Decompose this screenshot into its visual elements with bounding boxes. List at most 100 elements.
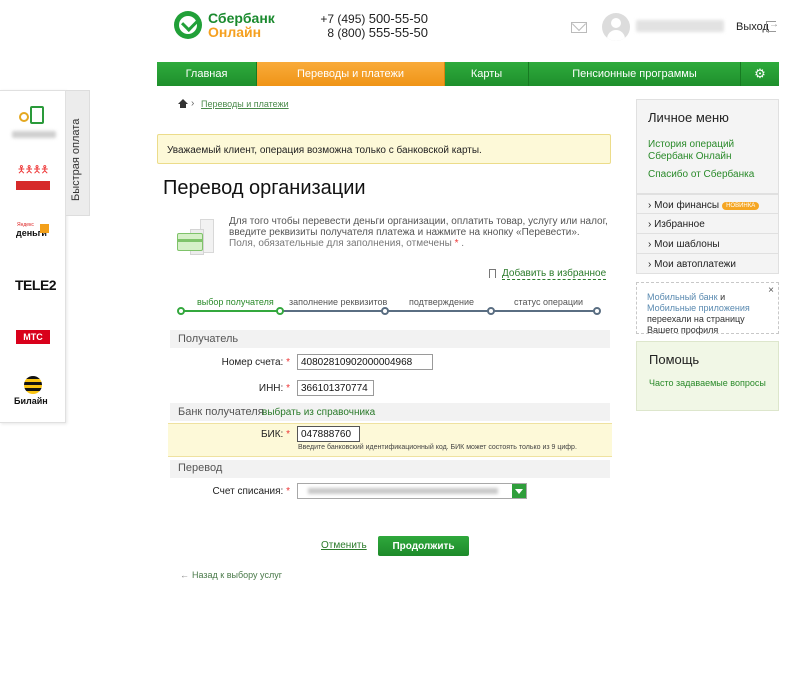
step-dot-4 [487, 307, 495, 315]
cancel-link[interactable]: Отменить [321, 540, 367, 551]
step-dot-5 [593, 307, 601, 315]
menu-my-templates[interactable]: › Мои шаблоны [636, 234, 779, 254]
breadcrumb-transfers-link[interactable]: Переводы и платежи [201, 99, 289, 109]
phone-numbers: +7 (495) 500-55-50 8 (800) 555-55-50 [320, 11, 428, 41]
mobile-bank-link[interactable]: Мобильный банк [647, 292, 718, 302]
quick-pay-tab[interactable]: Быстрая оплата [66, 90, 90, 216]
my-finances-label: Мои финансы [654, 200, 720, 211]
avatar[interactable] [602, 13, 630, 41]
mts-logo[interactable]: МТС [16, 330, 50, 344]
operation-history-link[interactable]: История операций Сбербанк Онлайн [648, 139, 767, 163]
bik-label-text: БИК: [260, 429, 284, 440]
mobile-label-blurred [12, 131, 56, 138]
phone-2: 8 (800) 555-55-50 [320, 25, 428, 41]
mobile-bank-promo: × Мобильный банк и Мобильные приложения … [636, 282, 779, 335]
arrow-left-icon: ← [180, 570, 189, 580]
user-name-blurred[interactable] [636, 20, 724, 32]
inn-label-text: ИНН: [258, 383, 284, 394]
faq-link[interactable]: Часто задаваемые вопросы [649, 378, 766, 388]
templates-label: Мои шаблоны [654, 239, 720, 250]
bik-input[interactable] [297, 426, 360, 442]
required-star: * [286, 357, 290, 368]
phone-1: +7 (495) 500-55-50 [320, 11, 428, 27]
kids-charity-icon[interactable]: 🯅🯅🯅🯅 [17, 163, 51, 176]
nav-cards[interactable]: Карты [445, 62, 529, 86]
transfer-section-title: Перевод [178, 462, 223, 474]
step-dot-3 [381, 307, 389, 315]
tele2-logo[interactable]: TELE2 [15, 277, 57, 293]
step-select-recipient: выбор получателя [197, 297, 274, 307]
yandex-money-icon [40, 224, 49, 233]
beeline-icon[interactable] [24, 376, 42, 394]
phone-1-number: 500-55-50 [368, 11, 428, 26]
back-to-services-link[interactable]: ← Назад к выбору услуг [180, 570, 282, 580]
progress-line-done [181, 310, 280, 312]
sberbank-logo[interactable]: Сбербанк Онлайн [174, 11, 275, 39]
home-icon[interactable] [178, 99, 188, 108]
inn-input[interactable] [297, 380, 374, 396]
required-star: * [286, 383, 290, 394]
bik-hint: Введите банковский идентификационный код… [298, 444, 577, 451]
mobile-tablet-icon[interactable] [30, 106, 44, 124]
close-icon[interactable]: × [768, 285, 774, 296]
bank-section-title: Банк получателя [178, 406, 264, 418]
bik-label: БИК: * [190, 429, 290, 440]
bank-card-icon [177, 233, 203, 251]
phone-1-prefix: +7 (495) [320, 12, 369, 26]
continue-button[interactable]: Продолжить [378, 536, 469, 556]
debit-account-label: Счет списания: * [190, 486, 290, 497]
required-star: * [286, 429, 290, 440]
autopayments-label: Мои автоплатежи [654, 259, 736, 270]
transfer-illustration-icon [174, 215, 222, 259]
chevron-down-icon[interactable] [512, 484, 526, 498]
back-link-text: Назад к выбору услуг [192, 570, 282, 580]
quick-pay-panel [0, 90, 66, 423]
personal-menu-title: Личное меню [648, 110, 729, 125]
recipient-section-title: Получатель [178, 333, 239, 345]
breadcrumb-separator: › [191, 98, 195, 109]
card-only-notice: Уважаемый клиент, операция возможна толь… [157, 134, 611, 164]
phone-2-prefix: 8 (800) [327, 26, 369, 40]
inn-label: ИНН: * [190, 383, 290, 394]
nav-main[interactable]: Главная [157, 62, 257, 86]
personal-menu: Личное меню История операций Сбербанк Он… [636, 99, 779, 194]
progress-line-pending [280, 310, 597, 312]
main-nav: Главная Переводы и платежи Карты Пенсион… [157, 62, 779, 86]
account-number-input[interactable] [297, 354, 433, 370]
step-confirmation: подтверждение [409, 297, 475, 307]
nav-pension-programs[interactable]: Пенсионные программы [529, 62, 741, 86]
add-to-favorites-link[interactable]: Добавить в избранное [502, 268, 607, 280]
promo-and: и [717, 292, 726, 302]
beeline-logo[interactable]: Билайн [14, 396, 48, 406]
transfer-section-header [170, 460, 610, 478]
logout-link[interactable]: Выход [736, 21, 769, 33]
step-operation-status: статус операции [514, 297, 584, 307]
logo-line1: Сбербанк [208, 10, 275, 26]
phone-2-number: 555-55-50 [368, 25, 428, 40]
help-title: Помощь [649, 352, 700, 367]
step-dot-1 [177, 307, 185, 315]
nav-transfers-payments[interactable]: Переводы и платежи [257, 62, 445, 86]
favorites-label: Избранное [654, 219, 705, 230]
required-star: * [454, 238, 459, 249]
required-star: * [286, 486, 290, 497]
account-number-label: Номер счета: * [190, 357, 290, 368]
quick-pay-tab-label: Быстрая оплата [70, 118, 82, 201]
mail-icon[interactable] [571, 22, 587, 33]
menu-favorites[interactable]: › Избранное [636, 214, 779, 234]
debit-account-select[interactable] [297, 483, 527, 499]
menu-my-finances[interactable]: › Мои финансы НОВИНКА [636, 194, 779, 214]
logo-text: Сбербанк Онлайн [208, 11, 275, 39]
logo-line2: Онлайн [208, 24, 262, 40]
logout-icon[interactable] [766, 19, 779, 32]
coin-icon [19, 112, 29, 122]
settings-gear-icon[interactable]: ⚙ [741, 62, 779, 86]
menu-my-autopayments[interactable]: › Мои автоплатежи [636, 254, 779, 274]
bookmark-icon[interactable] [489, 269, 496, 278]
charity-logo-bar[interactable] [16, 181, 50, 190]
spasibo-link[interactable]: Спасибо от Сбербанка [648, 169, 767, 181]
step-dot-2 [276, 307, 284, 315]
required-fields-note: Поля, обязательные для заполнения, отмеч… [229, 238, 464, 249]
mobile-apps-link[interactable]: Мобильные приложения [647, 303, 750, 313]
choose-from-directory-link[interactable]: выбрать из справочника [262, 407, 375, 418]
